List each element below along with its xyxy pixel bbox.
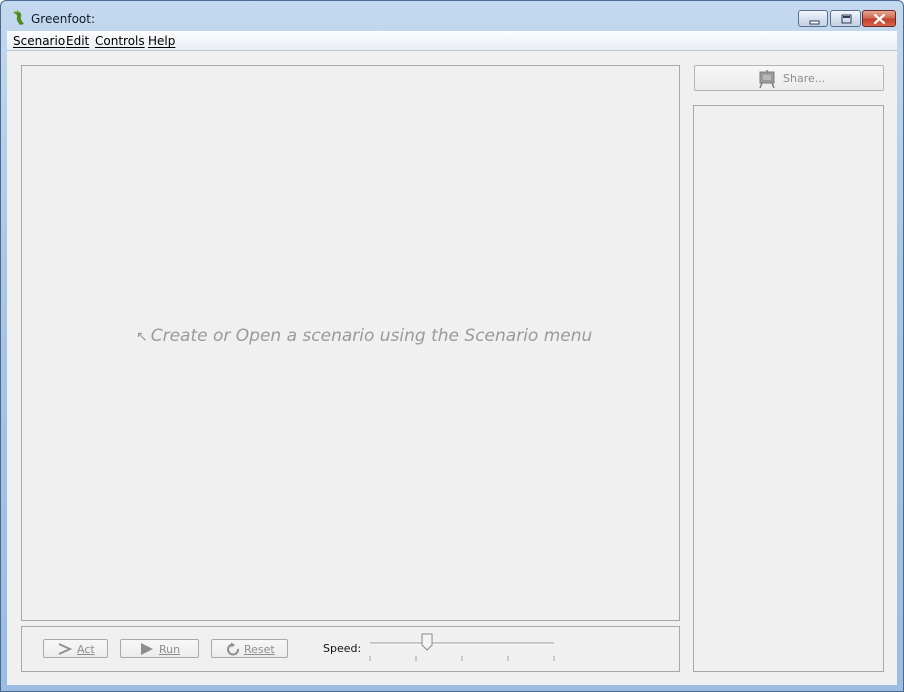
main-content: ↖ Create or Open a scenario using the Sce… [7,51,897,685]
class-browser-panel[interactable] [693,105,884,672]
act-step-icon [58,643,73,655]
maximize-icon [841,14,852,24]
reset-label: Reset [244,643,275,656]
greenfoot-foot-icon [11,10,27,26]
play-icon [141,643,153,655]
reset-icon [227,642,239,656]
menu-help[interactable]: Help [148,34,175,48]
close-icon [873,13,886,25]
share-label: Share... [783,72,826,85]
menu-bar: Scenario Edit Controls Help [7,31,897,51]
speed-slider-thumb[interactable] [421,633,433,651]
run-button[interactable]: Run [120,639,199,658]
speed-slider[interactable] [368,631,558,665]
minimize-button[interactable] [798,10,828,27]
window-title: Greenfoot: [31,12,95,26]
title-bar[interactable]: Greenfoot: [1,1,903,31]
world-view[interactable]: ↖ Create or Open a scenario using the Sce… [21,65,680,621]
act-label: Act [77,643,95,656]
arrow-up-left-icon: ↖ [136,329,148,345]
maximize-button[interactable] [830,10,861,27]
slider-ticks [369,656,555,661]
act-button[interactable]: Act [43,639,108,658]
empty-scenario-hint: ↖ Create or Open a scenario using the Sce… [136,326,592,346]
run-label: Run [159,643,181,656]
reset-button[interactable]: Reset [211,639,288,658]
minimize-icon [809,20,820,25]
menu-edit[interactable]: Edit [66,34,89,48]
easel-icon [759,70,775,88]
close-button[interactable] [862,10,896,27]
hint-text: Create or Open a scenario using the Scen… [150,326,593,346]
share-button[interactable]: Share... [694,65,884,91]
execution-controls: Act Run Reset Speed: [21,626,680,672]
menu-controls[interactable]: Controls [95,34,145,48]
menu-scenario[interactable]: Scenario [13,34,65,48]
app-window: Greenfoot: Scenario Edit Controls Help ↖… [0,0,904,692]
speed-label: Speed: [323,642,362,655]
